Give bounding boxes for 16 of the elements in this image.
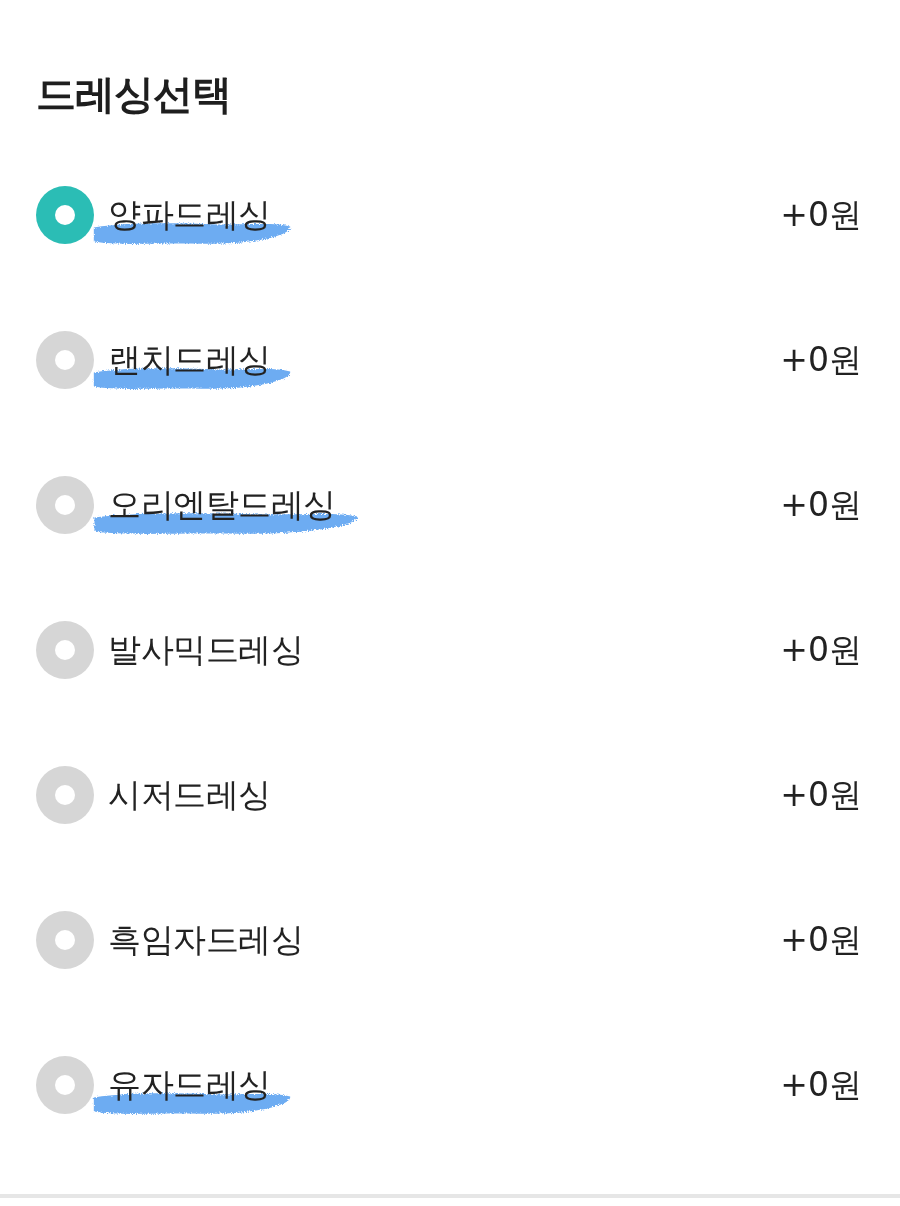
option-label: 랜치드레싱 [108,338,271,381]
option-label: 유자드레싱 [108,1063,271,1106]
price-label: +0원 [780,193,862,236]
option-label: 흑임자드레싱 [108,918,303,961]
price-label: +0원 [780,1063,862,1106]
price-label: +0원 [780,918,862,961]
radio-button[interactable] [36,185,94,244]
price-label: +0원 [780,628,862,671]
price-label: +0원 [780,773,862,816]
option-label: 발사믹드레싱 [108,628,303,671]
section-title: 드레싱선택 [36,70,232,119]
price-label: +0원 [780,338,862,381]
option-label: 양파드레싱 [108,193,271,236]
option-label: 오리엔탈드레싱 [108,483,336,526]
option-label: 시저드레싱 [108,773,271,816]
price-label: +0원 [780,483,862,526]
